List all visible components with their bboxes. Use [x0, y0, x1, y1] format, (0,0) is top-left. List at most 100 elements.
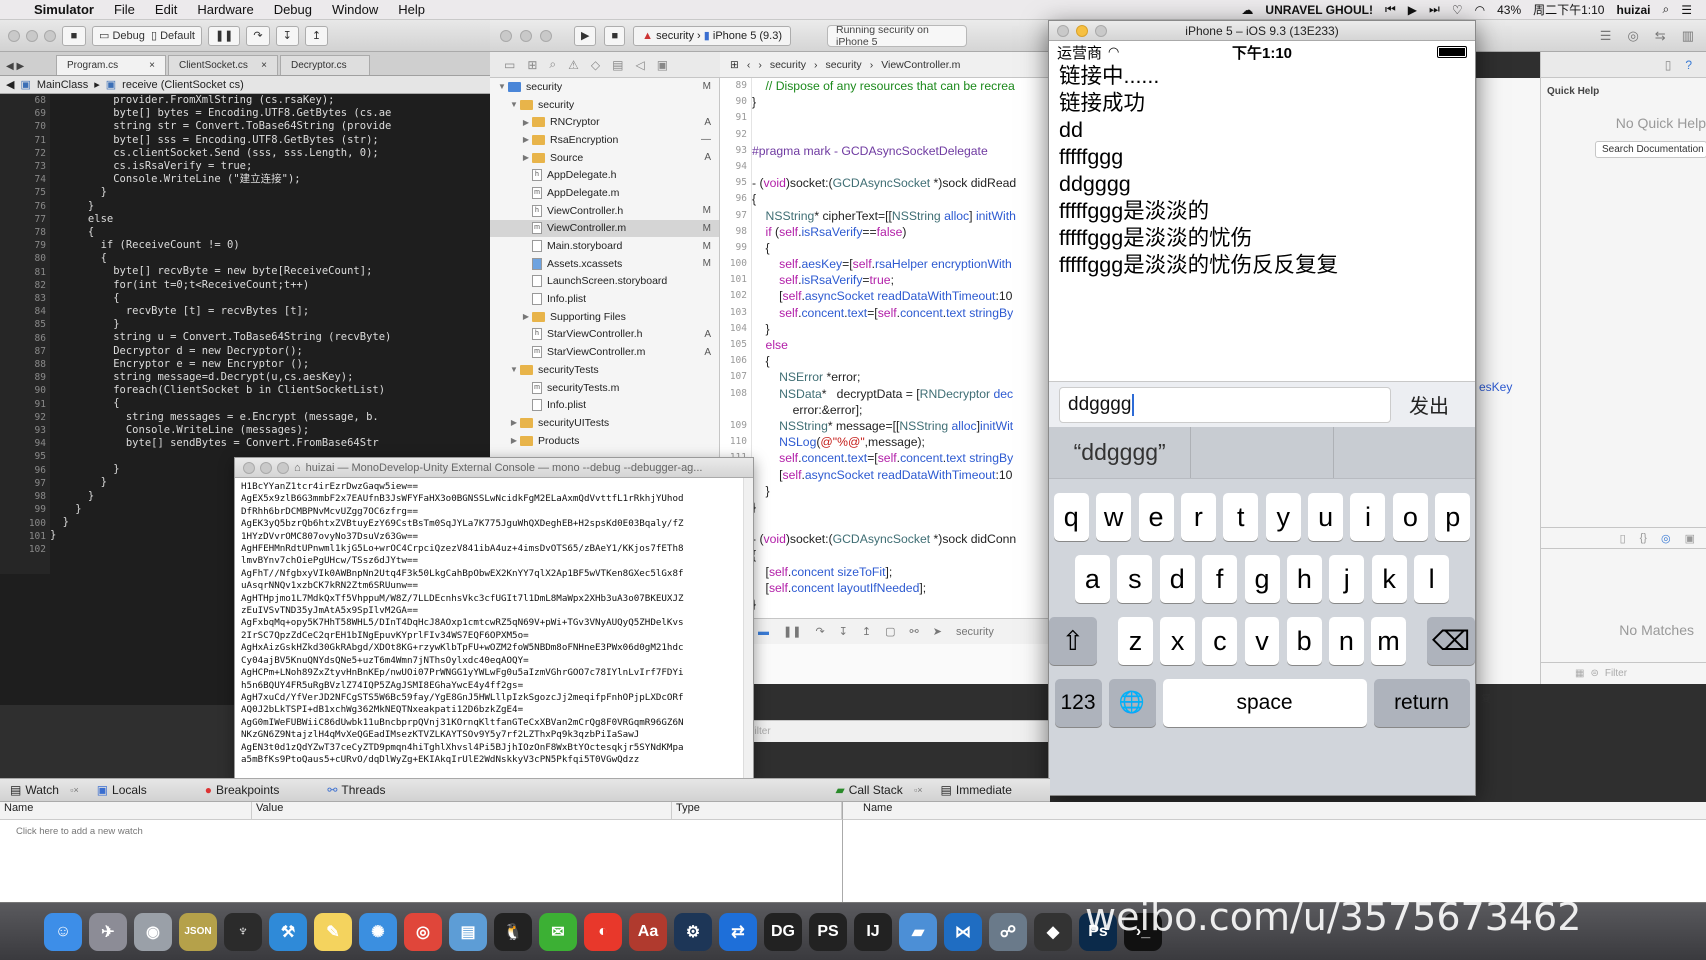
code-line[interactable]: self.concent.text=[self.concent.text str…	[752, 305, 1050, 321]
code-line[interactable]: Encryptor e = new Encryptor ();	[50, 358, 490, 371]
disclosure-icon[interactable]: ▶	[508, 436, 520, 445]
code-line[interactable]: {	[752, 547, 1050, 563]
breadcrumb-method[interactable]: receive (ClientSocket cs)	[122, 79, 244, 91]
code-line[interactable]: - (void)socket:(GCDAsyncSocket *)sock di…	[752, 175, 1050, 191]
safari-icon[interactable]: ✺	[359, 912, 397, 951]
location-icon[interactable]: ➤	[933, 625, 942, 638]
code-line[interactable]: Decryptor d = new Decryptor();	[50, 345, 490, 358]
code-line[interactable]: foreach(ClientSocket b in ClientSocketLi…	[50, 384, 490, 397]
navigator-item[interactable]: ▶ RsaEncryption —	[490, 131, 719, 149]
pad-tab-callstack[interactable]: ▰ Call Stack ▫×	[835, 783, 922, 797]
key-m[interactable]: m	[1371, 617, 1406, 665]
code-line[interactable]: }	[752, 321, 1050, 337]
pad-tab-threads[interactable]: ⚯ Threads	[327, 783, 385, 797]
pad-tab-breakpoints[interactable]: ● Breakpoints	[205, 783, 280, 797]
code-line[interactable]: }	[50, 186, 490, 199]
code-line[interactable]: }	[752, 499, 1050, 515]
code-line[interactable]	[752, 515, 1050, 531]
code-line[interactable]: #pragma mark - GCDAsyncSocketDelegate	[752, 143, 1050, 159]
code-line[interactable]: cs.clientSocket.Send (sss, sss.Length, 0…	[50, 147, 490, 160]
steam-icon[interactable]: ⚙	[674, 912, 712, 951]
code-line[interactable]: {	[50, 397, 490, 410]
code-line[interactable]: self.aesKey=[self.rsaHelper encryptionWi…	[752, 256, 1050, 272]
navigator-item[interactable]: Main.storyboard M	[490, 237, 719, 255]
symbol-navigator-icon[interactable]: ⊞	[527, 58, 537, 72]
watch-hint[interactable]: Click here to add a new watch	[16, 826, 143, 837]
pad-tab-locals[interactable]: ▣ Locals	[97, 783, 147, 797]
navigator-item[interactable]: Assets.xcassets M	[490, 255, 719, 273]
globe-icon[interactable]: 🌐	[1108, 679, 1156, 727]
spotlight-icon[interactable]: ⌕	[1663, 2, 1670, 17]
code-line[interactable]: Console.WriteLine (messages);	[50, 424, 490, 437]
intellij-icon[interactable]: IJ	[854, 912, 892, 951]
key-z[interactable]: z	[1118, 617, 1153, 665]
code-line[interactable]: }	[752, 483, 1050, 499]
code-line[interactable]: {	[50, 226, 490, 239]
xcode-icon[interactable]: ⚒	[269, 912, 307, 951]
config-select[interactable]: ▭ Debug ▯ Default	[92, 25, 202, 46]
key-p[interactable]: p	[1435, 493, 1471, 541]
navigator-item[interactable]: ▼ security	[490, 96, 719, 114]
watch-list[interactable]: Click here to add a new watch	[0, 820, 842, 902]
key-o[interactable]: o	[1392, 493, 1428, 541]
code-line[interactable]: [self.concent layoutIfNeeded];	[752, 580, 1050, 596]
editor-assistant-icon[interactable]: ◎	[1627, 28, 1638, 44]
scheme-selector[interactable]: ▲ security › ▮ iPhone 5 (9.3)	[633, 25, 791, 46]
code-line[interactable]: string u = Convert.ToBase64String (recvB…	[50, 331, 490, 344]
key-i[interactable]: i	[1350, 493, 1386, 541]
key-x[interactable]: x	[1160, 617, 1196, 665]
window-zoom-icon[interactable]	[540, 29, 552, 42]
editor-version-icon[interactable]: ⇆	[1655, 28, 1666, 44]
code-line[interactable]: }	[50, 200, 490, 213]
find-navigator-icon[interactable]: ⌕	[549, 57, 556, 72]
step-into-button[interactable]: ↧	[275, 25, 299, 46]
close-icon[interactable]: ×	[149, 60, 155, 71]
pad-tab-watch[interactable]: ▤ Watch ▫×	[10, 783, 79, 797]
pause-icon[interactable]: ❚❚	[783, 625, 801, 638]
key-y[interactable]: y	[1265, 493, 1301, 541]
toggle-inspector-icon[interactable]: ▥	[1682, 28, 1694, 44]
code-line[interactable]: string message=d.Decrypt(u,cs.aesKey);	[50, 371, 490, 384]
window-zoom-icon[interactable]	[277, 461, 289, 474]
wechat-tray-icon[interactable]: ☁	[1241, 3, 1253, 17]
vscode-icon[interactable]: ⋈	[944, 912, 982, 951]
navigator-item[interactable]: ▼ securityTests	[490, 361, 719, 379]
library-filter-input[interactable]: Filter	[1605, 668, 1627, 679]
navigator-item[interactable]: Info.plist	[490, 396, 719, 414]
disclosure-icon[interactable]: ▶	[508, 418, 520, 427]
navigator-item[interactable]: ▶ securityUITests	[490, 414, 719, 432]
code-line[interactable]: Console.WriteLine ("建立连接");	[50, 173, 490, 186]
close-icon[interactable]: ▫×	[70, 785, 78, 795]
pad-tab-immediate[interactable]: ▤ Immediate	[941, 783, 1012, 797]
code-line[interactable]: }	[50, 318, 490, 331]
disclosure-icon[interactable]: ▼	[496, 82, 508, 91]
object-library-icon[interactable]: ◎	[1661, 532, 1671, 545]
delete-key[interactable]: ⌫	[1427, 617, 1475, 665]
finder-icon[interactable]: ☺	[44, 912, 82, 951]
quick-help-icon[interactable]: ?	[1685, 58, 1692, 72]
datagrip-icon[interactable]: DG	[764, 912, 802, 951]
window-minimize-icon[interactable]	[26, 29, 38, 42]
code-line[interactable]: error:&error];	[752, 402, 1050, 418]
media-prev-icon[interactable]: ⏮	[1385, 2, 1396, 17]
jump-file[interactable]: ViewController.m	[881, 59, 960, 71]
code-line[interactable]: provider.FromXmlString (cs.rsaKey);	[50, 94, 490, 107]
file-template-icon[interactable]: ▯	[1620, 532, 1626, 545]
disclosure-icon[interactable]: ▼	[508, 100, 520, 109]
code-line[interactable]: {	[752, 353, 1050, 369]
window-close-icon[interactable]	[500, 29, 512, 42]
code-line[interactable]: byte[] recvByte = new byte[ReceiveCount]…	[50, 265, 490, 278]
menu-window[interactable]: Window	[322, 2, 388, 17]
key-q[interactable]: q	[1053, 493, 1089, 541]
toggle-debug-area-icon[interactable]: ▬	[758, 626, 769, 638]
phpstorm-icon[interactable]: PS	[809, 912, 847, 951]
navigator-item[interactable]: ▶ RNCryptor A	[490, 113, 719, 131]
code-line[interactable]: NSData* decryptData = [RNDecryptor dec	[752, 386, 1050, 402]
clock[interactable]: 周二下午1:10	[1533, 1, 1604, 18]
code-line[interactable]: // Dispose of any resources that can be …	[752, 78, 1050, 94]
pause-button[interactable]: ❚❚	[207, 25, 241, 46]
back-icon[interactable]: ‹	[747, 59, 751, 71]
navigator-item[interactable]: h AppDelegate.h	[490, 166, 719, 184]
code-line[interactable]: if (ReceiveCount != 0)	[50, 239, 490, 252]
window-close-icon[interactable]	[1057, 25, 1069, 37]
